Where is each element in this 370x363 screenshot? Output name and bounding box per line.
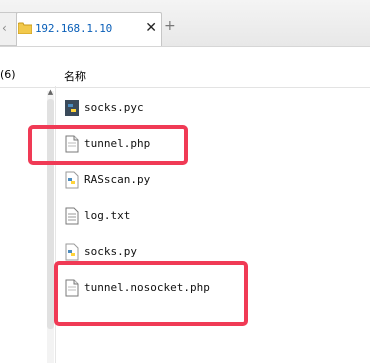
python-icon — [65, 243, 79, 261]
python-icon — [65, 171, 79, 189]
file-name: socks.pyc — [84, 101, 144, 114]
file-name: log.txt — [84, 209, 131, 222]
chevron-left-icon: ‹ — [2, 21, 7, 35]
file-name: socks.py — [84, 245, 137, 258]
tab-strip: ‹ 192.168.1.10 ✕ + — [0, 0, 370, 47]
file-name: RASscan.py — [84, 173, 151, 186]
highlight-box-tunnel-nosocket-php — [54, 261, 248, 326]
item-count: (6) — [0, 68, 16, 81]
text-file-icon — [65, 207, 79, 225]
scroll-up-icon[interactable]: ▲ — [46, 88, 55, 96]
folder-icon — [18, 22, 32, 34]
highlight-box-tunnel-php — [28, 125, 188, 165]
close-icon[interactable]: ✕ — [145, 20, 157, 36]
tab-scroll-left[interactable]: ‹ — [0, 12, 17, 46]
new-tab-button[interactable]: + — [164, 18, 176, 34]
tab-title: 192.168.1.10 — [35, 22, 113, 35]
tab-192-168-1-10[interactable]: 192.168.1.10 ✕ — [16, 12, 162, 46]
python-compiled-icon — [65, 100, 79, 116]
column-header-row: (6) 名称 — [0, 63, 370, 88]
column-name-header[interactable]: 名称 — [64, 68, 86, 84]
